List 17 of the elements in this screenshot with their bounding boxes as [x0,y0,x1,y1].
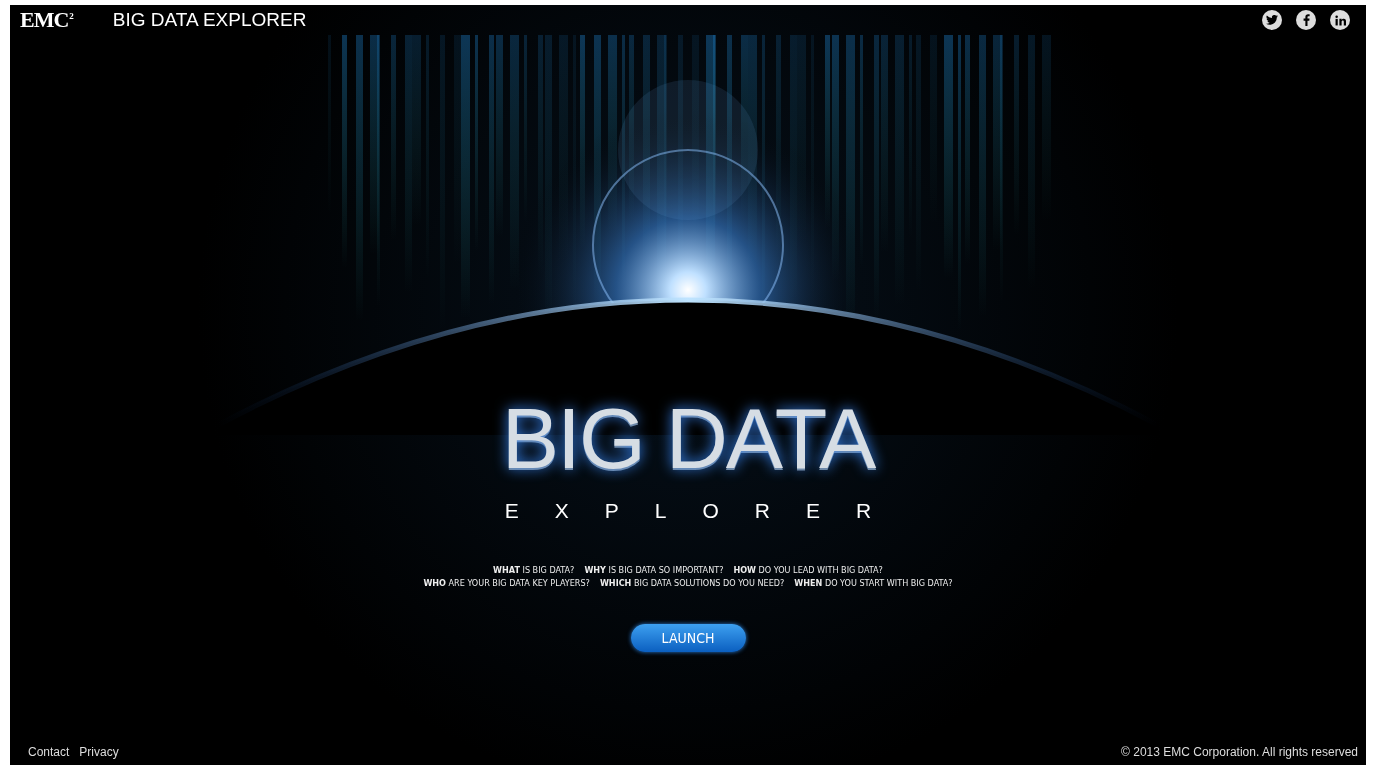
question-text: WHEN DO YOU START WITH BIG DATA? [794,578,953,588]
site-title: BIG DATA EXPLORER [112,9,307,31]
brand-logo: EMC$^{2}$ [20,7,73,33]
facebook-icon[interactable] [1296,10,1316,30]
question-text: WHO ARE YOUR BIG DATA KEY PLAYERS? [423,578,590,588]
footer-link[interactable]: Privacy [79,745,119,759]
hero-subtitle: EXPLORER [504,499,908,523]
launch-button[interactable]: LAUNCH [630,624,746,652]
hero-title: BIG DATA [501,395,875,481]
question-text: HOW DO YOU LEAD WITH BIG DATA? [733,565,883,575]
linkedin-icon[interactable] [1330,10,1350,30]
question-text: WHY IS BIG DATA SO IMPORTANT? [584,565,724,575]
twitter-icon[interactable] [1262,10,1282,30]
question-text: WHAT IS BIG DATA? [493,565,575,575]
question-text: WHICH BIG DATA SOLUTIONS DO YOU NEED? [599,578,785,588]
copyright-text: © 2013 EMC Corporation. All rights reserved [1121,745,1358,759]
footer-link[interactable]: Contact [28,745,70,759]
